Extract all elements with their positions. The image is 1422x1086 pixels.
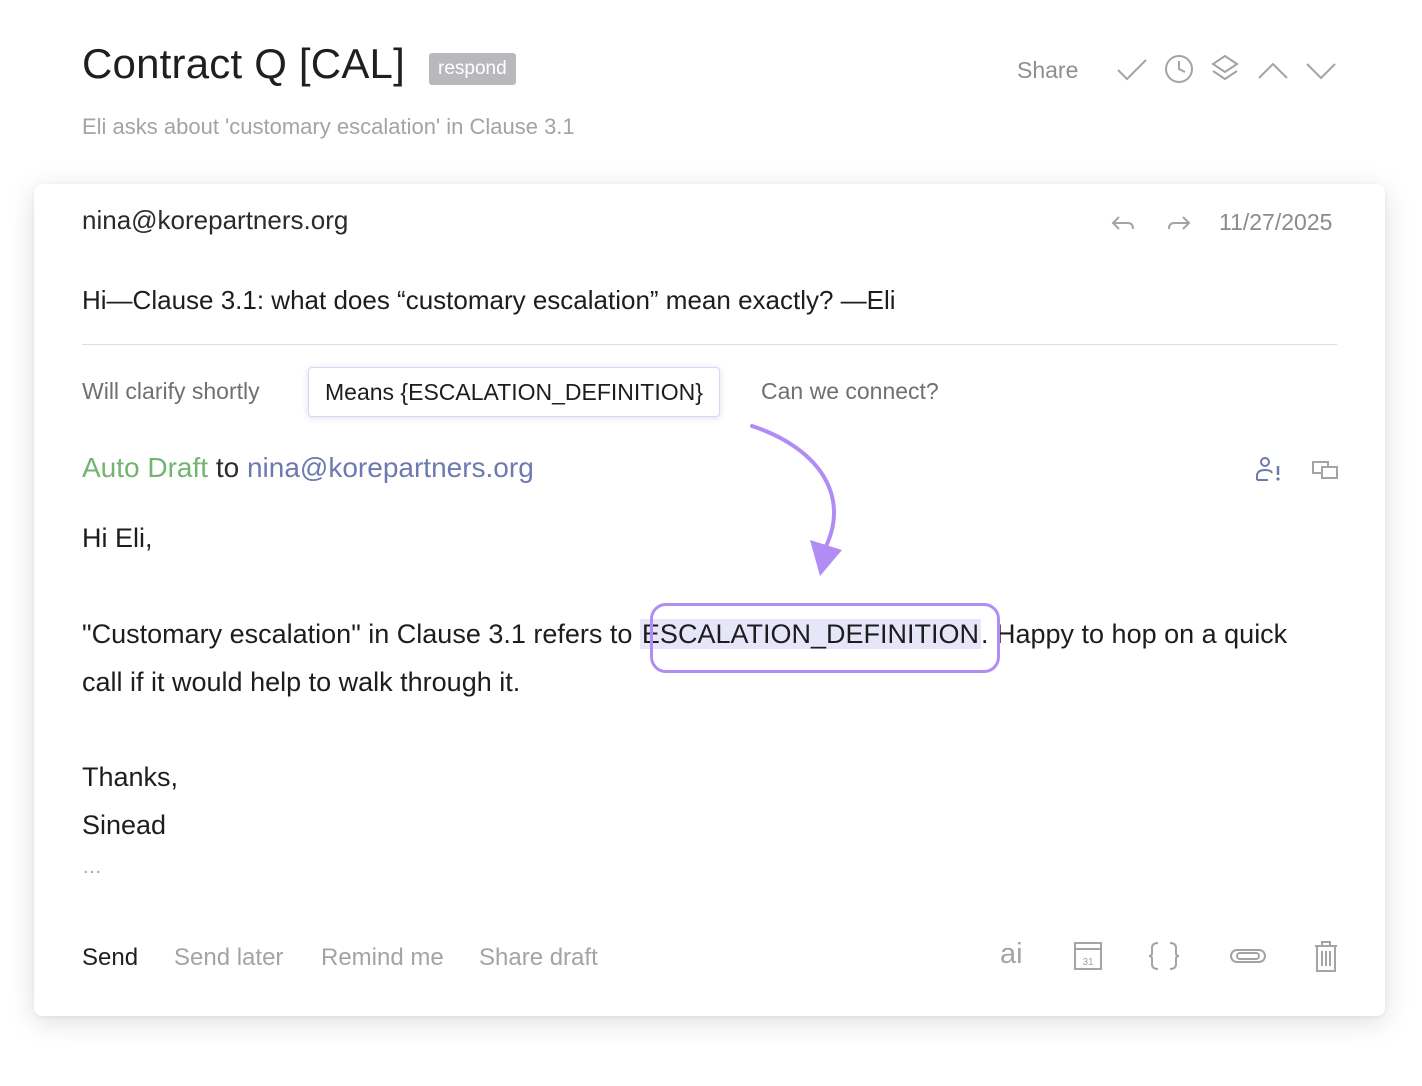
draft-text-before: "Customary escalation" in Clause 3.1 ref… [82, 619, 640, 649]
thread-title: Contract Q [CAL] [82, 40, 405, 87]
braces-icon[interactable] [1144, 938, 1184, 974]
thread-summary: Eli asks about 'customary escalation' in… [82, 114, 575, 139]
divider [82, 344, 1337, 345]
layers-icon[interactable] [1208, 52, 1242, 86]
suggestion-will-clarify[interactable]: Will clarify shortly [82, 367, 260, 415]
send-later-button[interactable]: Send later [174, 944, 283, 972]
suggestion-can-we-connect[interactable]: Can we connect? [761, 367, 939, 415]
calendar-icon[interactable]: 31 [1068, 938, 1108, 974]
recipient-email[interactable]: nina@korepartners.org [247, 452, 534, 483]
message-date: 11/27/2025 [1219, 209, 1333, 235]
message-body: Hi—Clause 3.1: what does “customary esca… [82, 285, 896, 315]
thread-header: Contract Q [CAL] respond Eli asks about … [0, 0, 1422, 180]
to-word: to [215, 452, 240, 483]
suggestion-means-definition[interactable]: Means {ESCALATION_DEFINITION} [308, 367, 720, 417]
forward-icon[interactable] [1164, 208, 1194, 238]
share-draft-button[interactable]: Share draft [479, 944, 598, 972]
reply-icon[interactable] [1108, 208, 1138, 238]
arrow-annotation [750, 424, 842, 576]
remind-me-button[interactable]: Remind me [321, 944, 444, 972]
expand-quoted-ellipsis[interactable]: … [82, 856, 104, 879]
ai-icon[interactable]: ai [1000, 938, 1023, 971]
person-alert-icon[interactable] [1254, 454, 1284, 484]
window-stack-icon[interactable] [1310, 454, 1340, 484]
sender-email[interactable]: nina@korepartners.org [82, 205, 348, 236]
trash-icon[interactable] [1306, 938, 1346, 974]
draft-signature: Sinead [82, 810, 167, 840]
auto-draft-label: Auto Draft [82, 452, 209, 483]
paperclip-icon[interactable] [1228, 938, 1268, 974]
calendar-day: 31 [1082, 957, 1094, 968]
draft-text-after: . Happy to hop on a quick [980, 619, 1288, 649]
placeholder-highlight [650, 603, 1000, 673]
draft-signoff: Thanks, [82, 762, 179, 792]
chevron-up-icon[interactable] [1256, 52, 1290, 86]
check-icon[interactable] [1115, 52, 1149, 86]
draft-header: Auto Draft to nina@korepartners.org [82, 452, 534, 484]
chevron-down-icon[interactable] [1304, 52, 1338, 86]
message-card: nina@korepartners.org 11/27/2025 Hi—Clau… [34, 184, 1385, 1016]
draft-greeting: Hi Eli, [82, 523, 153, 553]
send-button[interactable]: Send [82, 944, 138, 972]
status-badge[interactable]: respond [429, 53, 516, 85]
share-button[interactable]: Share [1017, 57, 1078, 84]
clock-icon[interactable] [1162, 52, 1196, 86]
draft-line-continued: call if it would help to walk through it… [82, 667, 521, 697]
